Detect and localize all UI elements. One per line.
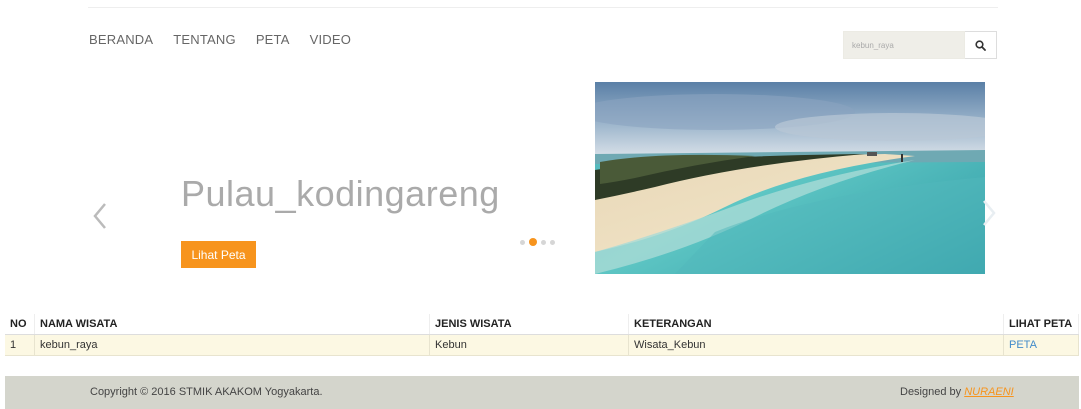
slider-dot-active[interactable] (529, 238, 537, 246)
header-divider (88, 7, 998, 8)
main-nav: BERANDA TENTANG PETA VIDEO (89, 32, 371, 47)
nav-item-beranda[interactable]: BERANDA (89, 32, 153, 47)
nav-item-tentang[interactable]: TENTANG (173, 32, 236, 47)
chevron-right-icon (983, 200, 996, 226)
search-form (843, 31, 997, 59)
slider-dots (520, 238, 555, 246)
slide-title: Pulau_kodingareng (181, 173, 500, 214)
cell-keterangan: Wisata_Kebun (628, 334, 1004, 356)
slider-dot[interactable] (550, 239, 555, 245)
table-header-row: NO NAMA WISATA JENIS WISATA KETERANGAN L… (5, 314, 1079, 335)
designer-link[interactable]: NURAENI (964, 386, 1014, 398)
slider-prev-button[interactable] (92, 202, 108, 235)
nav-item-peta[interactable]: PETA (256, 32, 290, 47)
slide-image-beach (595, 82, 985, 274)
column-header-nama-wisata: NAMA WISATA (34, 314, 430, 335)
wisata-table: NO NAMA WISATA JENIS WISATA KETERANGAN L… (5, 314, 1079, 356)
column-header-no: NO (5, 314, 35, 335)
slider-next-button[interactable] (981, 199, 997, 232)
search-input[interactable] (843, 31, 965, 59)
chevron-left-icon (93, 203, 106, 229)
designed-by-label: Designed by (900, 386, 965, 398)
column-header-jenis-wisata: JENIS WISATA (429, 314, 629, 335)
table-row: 1 kebun_raya Kebun Wisata_Kebun PETA (5, 334, 1079, 356)
column-header-lihat-peta: LIHAT PETA (1003, 314, 1079, 335)
cell-jenis-wisata: Kebun (429, 334, 629, 356)
cell-no: 1 (5, 334, 35, 356)
slider-dot[interactable] (541, 239, 546, 245)
footer: Copyright © 2016 STMIK AKAKOM Yogyakarta… (5, 376, 1079, 409)
slider-dot[interactable] (520, 239, 525, 245)
lihat-peta-button[interactable]: Lihat Peta (181, 241, 256, 268)
peta-link[interactable]: PETA (1003, 334, 1079, 356)
cell-nama-wisata: kebun_raya (34, 334, 430, 356)
copyright-text: Copyright © 2016 STMIK AKAKOM Yogyakarta… (90, 386, 323, 398)
nav-item-video[interactable]: VIDEO (310, 32, 351, 47)
designed-by: Designed by NURAENI (900, 386, 1014, 398)
column-header-keterangan: KETERANGAN (628, 314, 1004, 335)
search-icon (975, 39, 986, 51)
search-button[interactable] (965, 31, 997, 59)
